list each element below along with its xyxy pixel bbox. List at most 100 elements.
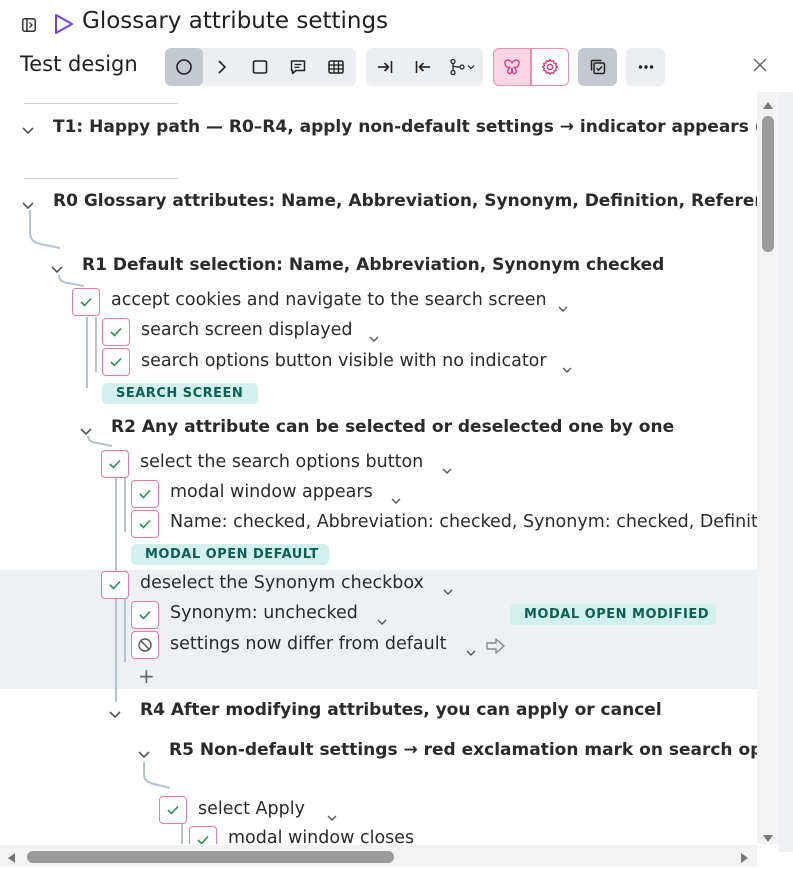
side-panel-edge	[779, 92, 793, 852]
step-dropdown-icon[interactable]	[442, 582, 454, 601]
step-search-options-visible[interactable]: search options button visible with no in…	[141, 351, 547, 371]
square-node-button[interactable]	[241, 48, 279, 86]
check-icon	[197, 835, 209, 844]
requirement-r0[interactable]: R0 Glossary attributes: Name, Abbreviati…	[53, 191, 757, 211]
comment-node-button[interactable]	[279, 48, 317, 86]
collapse-r0-icon[interactable]	[21, 196, 35, 215]
add-step-button[interactable]: +	[138, 664, 155, 688]
butterfly-icon	[504, 59, 520, 75]
butterfly-button[interactable]	[493, 48, 531, 86]
more-icon	[638, 65, 653, 69]
state-tag-modal-modified[interactable]: MODAL OPEN MODIFIED	[510, 604, 716, 625]
step-dropdown-icon[interactable]	[561, 360, 573, 379]
step-node-button[interactable]	[203, 48, 241, 86]
check-icon	[109, 459, 121, 469]
step-status-checkbox[interactable]	[189, 826, 217, 844]
structure-group	[366, 48, 483, 86]
close-icon[interactable]	[752, 57, 768, 77]
check-icon	[109, 580, 121, 590]
table-node-button[interactable]	[317, 48, 355, 86]
play-icon[interactable]	[54, 13, 74, 39]
step-dropdown-icon[interactable]	[465, 643, 477, 662]
step-deselect-synonym[interactable]: deselect the Synonym checkbox	[140, 573, 424, 593]
circle-node-button[interactable]	[165, 48, 203, 86]
chevron-right-icon	[218, 60, 227, 74]
step-status-checkbox[interactable]	[131, 480, 159, 508]
more-button[interactable]	[626, 48, 665, 86]
step-accept-cookies[interactable]: accept cookies and navigate to the searc…	[111, 290, 547, 310]
test-design-tree: T1: Happy path — R0–R4, apply non-defaul…	[0, 92, 757, 844]
gear-icon	[541, 58, 559, 76]
step-dropdown-icon[interactable]	[557, 299, 569, 318]
step-default-checked-states[interactable]: Name: checked, Abbreviation: checked, Sy…	[170, 512, 757, 532]
requirement-r4[interactable]: R4 After modifying attributes, you can a…	[140, 700, 662, 720]
step-synonym-unchecked[interactable]: Synonym: unchecked	[170, 603, 358, 623]
check-icon	[167, 805, 179, 815]
requirement-r2[interactable]: R2 Any attribute can be selected or dese…	[111, 417, 674, 437]
step-select-search-options[interactable]: select the search options button	[140, 452, 423, 472]
check-icon	[139, 519, 151, 529]
step-status-blocked[interactable]	[131, 631, 159, 659]
test-case-t1[interactable]: T1: Happy path — R0–R4, apply non-defaul…	[53, 117, 757, 137]
square-icon	[252, 60, 268, 74]
toolbar-title: Test design	[20, 52, 138, 76]
horizontal-scroll-thumb[interactable]	[27, 851, 394, 863]
scroll-right-icon[interactable]	[740, 850, 750, 869]
step-search-screen-displayed[interactable]: search screen displayed	[141, 320, 352, 340]
step-status-checkbox[interactable]	[101, 450, 129, 478]
check-icon	[110, 327, 122, 337]
collapse-r5-icon[interactable]	[137, 745, 151, 764]
circle-icon	[176, 59, 192, 75]
step-dropdown-icon[interactable]	[326, 808, 338, 827]
requirement-r1[interactable]: R1 Default selection: Name, Abbreviation…	[82, 255, 664, 275]
scroll-left-icon[interactable]	[6, 850, 16, 869]
mode-group	[493, 48, 569, 86]
step-dropdown-icon[interactable]	[390, 491, 402, 510]
outdent-button[interactable]	[404, 48, 442, 86]
branch-icon	[449, 58, 474, 76]
collapse-t1-icon[interactable]	[21, 121, 35, 140]
branch-dropdown-button[interactable]	[442, 48, 483, 86]
step-status-checkbox[interactable]	[101, 571, 129, 599]
step-modal-closes[interactable]: modal window closes	[228, 828, 414, 844]
step-status-checkbox[interactable]	[159, 796, 187, 824]
node-type-group	[165, 48, 356, 86]
indent-button[interactable]	[366, 48, 404, 86]
scroll-up-icon[interactable]	[761, 95, 775, 114]
state-tag-modal-default[interactable]: MODAL OPEN DEFAULT	[131, 544, 329, 565]
step-status-checkbox[interactable]	[102, 348, 130, 376]
step-settings-differ[interactable]: settings now differ from default	[170, 634, 446, 654]
check-icon	[139, 489, 151, 499]
step-status-checkbox[interactable]	[72, 288, 100, 316]
requirement-r5[interactable]: R5 Non-default settings → red exclamatio…	[169, 740, 757, 760]
outdent-icon	[415, 61, 430, 73]
title-bar: Glossary attribute settings	[0, 0, 793, 48]
collapse-r2-icon[interactable]	[79, 422, 93, 441]
collapse-r4-icon[interactable]	[108, 705, 122, 724]
step-status-checkbox[interactable]	[131, 510, 159, 538]
state-tag-search-screen[interactable]: SEARCH SCREEN	[102, 383, 258, 404]
comment-icon	[290, 60, 306, 75]
scroll-down-icon[interactable]	[761, 829, 775, 848]
copy-icon	[590, 59, 605, 75]
panel-toggle-icon[interactable]	[22, 17, 36, 36]
goto-arrow-icon[interactable]	[485, 637, 507, 659]
check-icon	[139, 610, 151, 620]
step-status-checkbox[interactable]	[131, 601, 159, 629]
check-icon	[110, 357, 122, 367]
collapse-r1-icon[interactable]	[50, 260, 64, 279]
indent-icon	[378, 61, 393, 73]
copy-button[interactable]	[578, 48, 617, 86]
table-icon	[328, 60, 344, 74]
page-title: Glossary attribute settings	[82, 8, 389, 34]
step-modal-appears[interactable]: modal window appears	[170, 482, 373, 502]
step-dropdown-icon[interactable]	[368, 329, 380, 348]
step-select-apply[interactable]: select Apply	[198, 799, 305, 819]
check-icon	[80, 297, 92, 307]
step-status-checkbox[interactable]	[102, 318, 130, 346]
settings-button[interactable]	[531, 48, 569, 86]
vertical-scroll-thumb[interactable]	[762, 116, 774, 252]
step-dropdown-icon[interactable]	[441, 461, 453, 480]
step-dropdown-icon[interactable]	[376, 612, 388, 631]
step-dropdown-icon[interactable]	[433, 837, 445, 844]
